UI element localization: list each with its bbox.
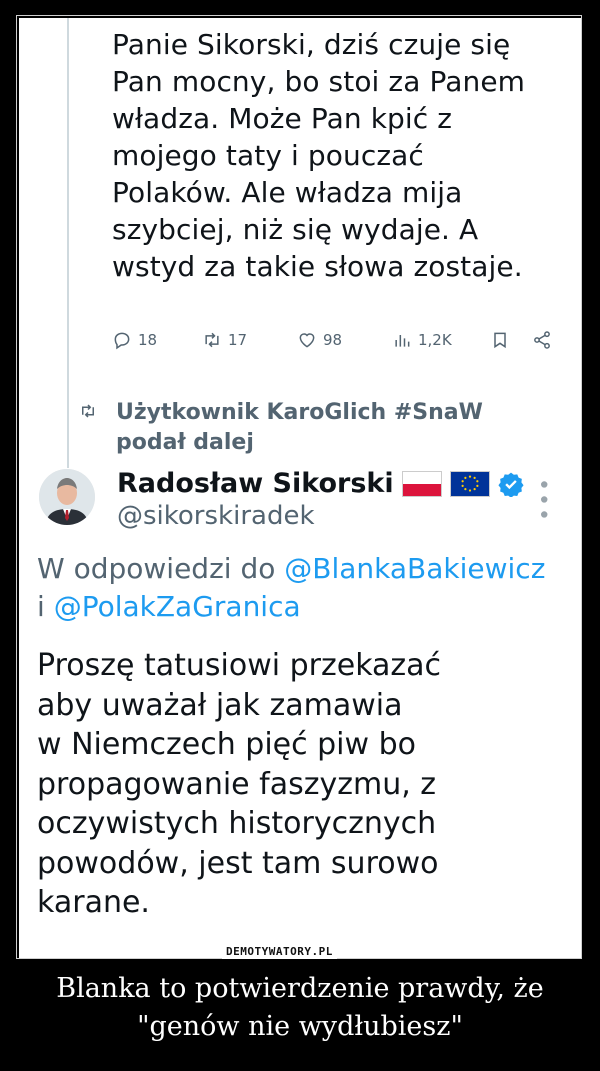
- tweet2-line: powodów, jest tam surowo: [37, 845, 439, 881]
- retweet-icon: [205, 332, 219, 348]
- tweet1-line: Pan mocny, bo stoi za Panem: [112, 65, 526, 98]
- share-icon: [534, 331, 550, 349]
- caption-line: Blanka to potwierdzenie prawdy, że: [56, 973, 544, 1004]
- mention-link[interactable]: @PolakZaGranica: [54, 590, 301, 623]
- retweet-header-text[interactable]: Użytkownik KaroGlich #SnaW podał dalej: [116, 398, 546, 458]
- views-button[interactable]: 1,2K: [392, 330, 452, 350]
- reply-prefix: W odpowiedzi do: [37, 552, 285, 585]
- reply-count: 18: [138, 331, 158, 349]
- tweet2-line: Proszę tatusiowi przekazać: [37, 648, 442, 683]
- poland-flag-icon: [401, 470, 442, 497]
- tweet1-line: mojego taty i pouczać: [112, 139, 424, 172]
- tweet1-actions: 18 17 98 1,2K: [112, 330, 562, 358]
- tweet2-line: karane.: [37, 885, 150, 920]
- views-chart-icon: [395, 335, 410, 347]
- retweet-button[interactable]: 17: [202, 330, 247, 350]
- retweet-icon: [82, 404, 94, 418]
- caption-line: "genów nie wydłubiesz": [137, 1011, 463, 1042]
- reply-button[interactable]: 18: [112, 330, 157, 350]
- tweet1-line: władza. Może Pan kpić z: [112, 102, 453, 135]
- views-count: 1,2K: [418, 331, 452, 349]
- avatar-portrait-icon: [39, 469, 95, 525]
- author-handle[interactable]: @sikorskiradek: [117, 501, 315, 531]
- reply-icon: [114, 332, 130, 350]
- eu-flag-icon: [449, 470, 490, 497]
- reply-and: i: [37, 590, 54, 623]
- tweet2-line: aby uważał jak zamawia: [37, 687, 403, 723]
- watermark: DEMOTYWATORY.PL: [222, 944, 337, 959]
- author-name[interactable]: Radosław Sikorski: [117, 468, 394, 499]
- bookmark-icon: [494, 332, 506, 349]
- tweet2-text: Proszę tatusiowi przekazać aby uważał ja…: [37, 646, 557, 923]
- tweet2-line: propagowanie faszyzmu, z: [37, 766, 437, 802]
- retweet-header-line: Użytkownik KaroGlich #SnaW: [116, 400, 483, 425]
- retweet-header-line: podał dalej: [116, 430, 254, 455]
- tweet1-line: Polaków. Ale władza mija: [112, 176, 463, 209]
- like-button[interactable]: 98: [297, 330, 342, 350]
- verified-badge-icon: [498, 472, 524, 497]
- tweet1-text: Panie Sikorski, dziś czuje się Pan mocny…: [112, 26, 572, 285]
- screenshot-card: Panie Sikorski, dziś czuje się Pan mocny…: [19, 18, 581, 958]
- tweet2-line: oczywistych historycznych: [37, 806, 437, 841]
- reply-context: W odpowiedzi do @BlankaBakiewicz i @Pola…: [37, 550, 581, 626]
- avatar[interactable]: [39, 469, 95, 525]
- tweet2-line: w Niemczech pięć piw bo: [37, 727, 416, 762]
- tweet1-line: Panie Sikorski, dziś czuje się: [112, 28, 511, 61]
- retweet-count: 17: [228, 331, 248, 349]
- tweet1-line: wstyd za takie słowa zostaje.: [112, 250, 523, 283]
- like-count: 98: [323, 331, 343, 349]
- mention-link[interactable]: @BlankaBakiewicz: [284, 552, 545, 585]
- share-button[interactable]: [532, 330, 552, 350]
- more-options-icon[interactable]: •••: [530, 478, 555, 523]
- poster-caption: Blanka to potwierdzenie prawdy, że "genó…: [0, 970, 600, 1046]
- author-name-row: Radosław Sikorski: [117, 468, 524, 499]
- thread-line: [67, 18, 69, 468]
- heart-icon: [299, 333, 315, 348]
- bookmark-button[interactable]: [490, 330, 510, 350]
- tweet1-line: szybciej, niż się wydaje. A: [112, 213, 479, 246]
